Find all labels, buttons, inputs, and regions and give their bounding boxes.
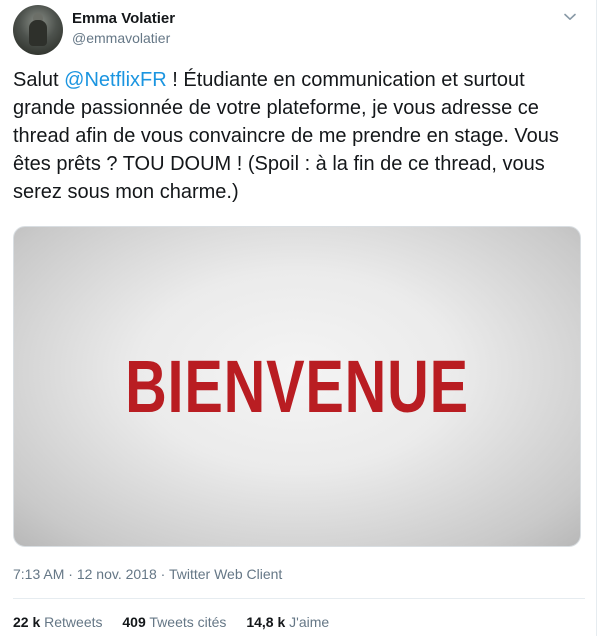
meta-separator: ·: [156, 566, 169, 582]
tweet-text: Salut @NetflixFR ! Étudiante en communic…: [13, 66, 585, 206]
tweet-media[interactable]: BIENVENUE: [13, 226, 581, 547]
display-name[interactable]: Emma Volatier: [72, 9, 175, 29]
media-title-text: BIENVENUE: [125, 345, 469, 428]
avatar-figure-shape: [29, 20, 47, 46]
tweet-meta: 7:13 AM · 12 nov. 2018 · Twitter Web Cli…: [13, 565, 282, 583]
divider: [13, 598, 585, 599]
tweet-client: Twitter Web Client: [168, 566, 283, 582]
likes-count: 14,8 k: [246, 614, 286, 630]
tweet-date[interactable]: 12 nov. 2018: [77, 566, 157, 582]
meta-separator: ·: [64, 566, 77, 582]
tweet-stats: 22 k Retweets 409 Tweets cités 14,8 k J'…: [13, 612, 345, 632]
quotes-label: Tweets cités: [149, 614, 227, 630]
screen-name[interactable]: @emmavolatier: [72, 29, 175, 47]
tweet-card: Emma Volatier @emmavolatier Salut @Netfl…: [0, 0, 597, 636]
likes-stat[interactable]: 14,8 k J'aime: [246, 612, 329, 632]
chevron-down-icon-svg: [564, 13, 576, 20]
tweet-text-start: Salut: [13, 69, 65, 91]
avatar[interactable]: [13, 5, 63, 55]
quotes-stat[interactable]: 409 Tweets cités: [122, 612, 226, 632]
tweet-time[interactable]: 7:13 AM: [13, 566, 64, 582]
retweets-count: 22 k: [13, 614, 41, 630]
quotes-count: 409: [122, 614, 146, 630]
mention-link[interactable]: @NetflixFR: [64, 69, 167, 91]
likes-label: J'aime: [289, 614, 330, 630]
tweet-header: Emma Volatier @emmavolatier: [13, 5, 585, 55]
retweets-stat[interactable]: 22 k Retweets: [13, 612, 103, 632]
user-names[interactable]: Emma Volatier @emmavolatier: [72, 9, 175, 47]
chevron-down-icon[interactable]: [561, 8, 579, 26]
retweets-label: Retweets: [44, 614, 103, 630]
